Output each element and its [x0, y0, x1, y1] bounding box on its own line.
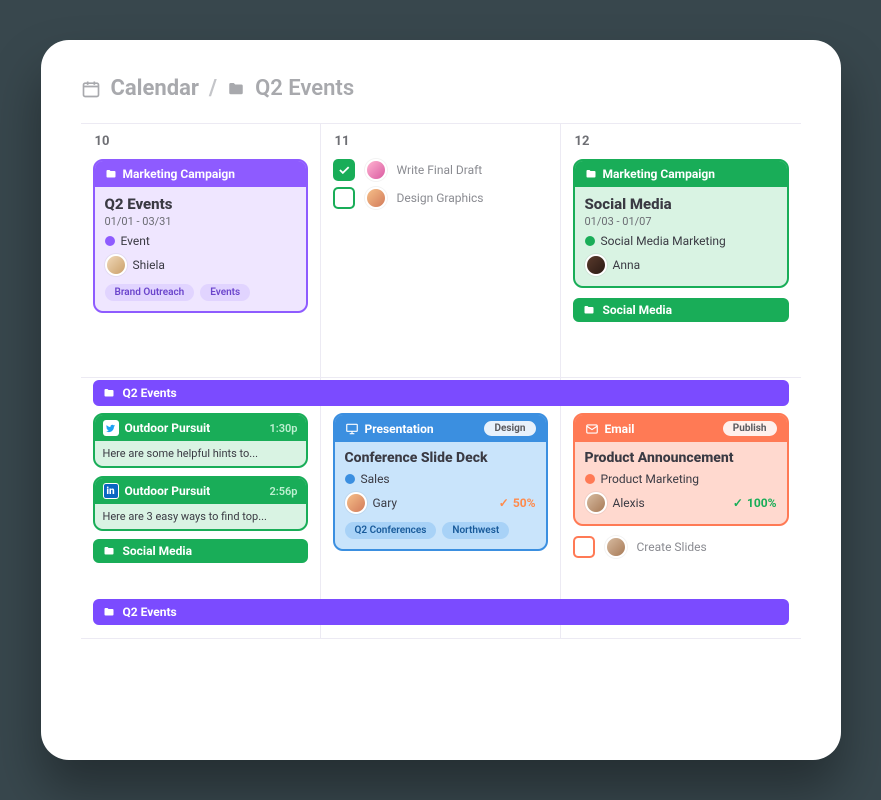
progress-value: 100% — [747, 496, 777, 510]
status-pill: Design — [484, 421, 535, 436]
chip[interactable]: Q2 Conferences — [345, 522, 437, 539]
chip[interactable]: Brand Outreach — [105, 284, 195, 301]
breadcrumb-separator: / — [209, 76, 217, 101]
bar-label: Q2 Events — [123, 605, 177, 619]
avatar — [585, 492, 607, 514]
span-bar-social-media[interactable]: Social Media — [93, 539, 308, 563]
folder-icon — [103, 387, 115, 399]
task-row[interactable]: Design Graphics — [333, 187, 548, 209]
social-post-twitter[interactable]: Outdoor Pursuit 1:30p Here are some help… — [93, 413, 308, 468]
category-dot — [585, 236, 595, 246]
calendar-icon — [81, 79, 101, 99]
calendar-panel: Calendar / Q2 Events 10 Marketing Campai… — [41, 40, 841, 760]
post-body: Here are some helpful hints to... — [95, 441, 306, 466]
folder-icon — [103, 606, 115, 618]
day-cell-10[interactable]: 10 Marketing Campaign Q2 Events 01/01 - … — [81, 124, 321, 378]
card-folder: Marketing Campaign — [603, 167, 716, 181]
card-assignee: Shiela — [133, 258, 165, 272]
card-assignee: Alexis — [613, 496, 645, 510]
post-title: Outdoor Pursuit — [125, 484, 211, 498]
folder-icon — [227, 80, 245, 98]
event-card-q2-events[interactable]: Marketing Campaign Q2 Events 01/01 - 03/… — [93, 159, 308, 313]
card-assignee: Gary — [373, 496, 398, 510]
post-time: 1:30p — [269, 422, 297, 435]
day-number: 12 — [575, 134, 789, 149]
breadcrumb: Calendar / Q2 Events — [81, 76, 801, 101]
progress-value: 50% — [513, 496, 536, 510]
card-assignee: Anna — [613, 258, 641, 272]
post-title: Outdoor Pursuit — [125, 421, 211, 435]
status-pill: Publish — [723, 421, 777, 436]
card-folder: Marketing Campaign — [123, 167, 236, 181]
avatar — [365, 159, 387, 181]
chip[interactable]: Events — [200, 284, 250, 301]
card-dates: 01/03 - 01/07 — [585, 215, 777, 228]
avatar — [585, 254, 607, 276]
bar-label: Social Media — [123, 544, 193, 558]
checkbox-checked-icon[interactable] — [333, 159, 355, 181]
span-bar-social-media[interactable]: Social Media — [573, 298, 789, 322]
card-title: Social Media — [585, 195, 777, 213]
task-label: Design Graphics — [397, 191, 484, 205]
folder-icon — [585, 168, 597, 180]
card-category: Sales — [361, 472, 390, 486]
category-dot — [105, 236, 115, 246]
card-title: Q2 Events — [105, 195, 296, 213]
bar-label: Social Media — [603, 303, 673, 317]
email-card[interactable]: Email Publish Product Announcement Produ… — [573, 413, 789, 526]
presentation-icon — [345, 422, 359, 436]
card-header: Email — [605, 422, 635, 436]
avatar — [365, 187, 387, 209]
breadcrumb-current[interactable]: Q2 Events — [255, 76, 354, 101]
folder-icon — [103, 545, 115, 557]
chip[interactable]: Northwest — [442, 522, 509, 539]
card-title: Product Announcement — [585, 450, 777, 466]
task-label: Create Slides — [637, 540, 707, 554]
day-number: 10 — [95, 134, 308, 149]
breadcrumb-root[interactable]: Calendar — [111, 76, 199, 101]
day-cell-11[interactable]: 11 Write Final Draft Design Graphics — [321, 124, 561, 378]
calendar-grid: 10 Marketing Campaign Q2 Events 01/01 - … — [81, 123, 801, 639]
presentation-card[interactable]: Presentation Design Conference Slide Dec… — [333, 413, 548, 551]
card-dates: 01/01 - 03/31 — [105, 215, 296, 228]
task-label: Write Final Draft — [397, 163, 483, 177]
span-bar-q2-events[interactable]: Q2 Events — [93, 599, 789, 625]
avatar — [605, 536, 627, 558]
progress: ✓ 100% — [733, 496, 777, 510]
card-title: Conference Slide Deck — [345, 450, 536, 466]
task-row[interactable]: Write Final Draft — [333, 159, 548, 181]
avatar — [345, 492, 367, 514]
avatar — [105, 254, 127, 276]
folder-icon — [583, 304, 595, 316]
span-bar-q2-events[interactable]: Q2 Events — [93, 380, 789, 406]
linkedin-icon: in — [103, 483, 119, 499]
card-category: Product Marketing — [601, 472, 700, 486]
post-time: 2:56p — [269, 485, 297, 498]
progress: ✓ 50% — [499, 496, 536, 510]
category-dot — [585, 474, 595, 484]
day-cell-12[interactable]: 12 Marketing Campaign Social Media 01/03… — [561, 124, 801, 378]
checkbox-empty-icon[interactable] — [573, 536, 595, 558]
event-card-social-media[interactable]: Marketing Campaign Social Media 01/03 - … — [573, 159, 789, 288]
day-number: 11 — [335, 134, 548, 149]
folder-icon — [105, 168, 117, 180]
card-category: Event — [121, 234, 150, 248]
social-post-linkedin[interactable]: in Outdoor Pursuit 2:56p Here are 3 easy… — [93, 476, 308, 531]
twitter-icon — [103, 420, 119, 436]
email-icon — [585, 422, 599, 436]
checkbox-empty-icon[interactable] — [333, 187, 355, 209]
bar-label: Q2 Events — [123, 386, 177, 400]
card-category: Social Media Marketing — [601, 234, 726, 248]
category-dot — [345, 474, 355, 484]
post-body: Here are 3 easy ways to find top... — [95, 504, 306, 529]
card-header: Presentation — [365, 422, 434, 436]
task-row[interactable]: Create Slides — [573, 536, 789, 558]
